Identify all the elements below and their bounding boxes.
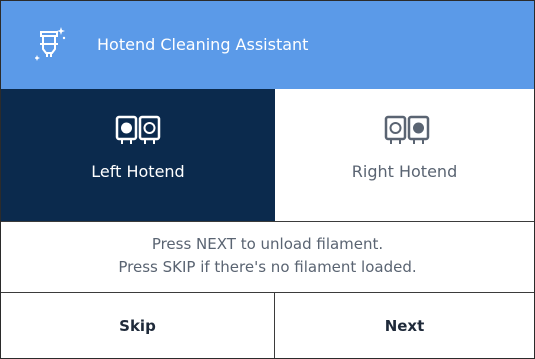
instruction-line-1: Press NEXT to unload filament.	[151, 235, 384, 253]
dual-hotend-right-active-icon	[384, 115, 430, 144]
footer-bar: Skip Next	[1, 293, 534, 358]
instruction-message: Press NEXT to unload filament. Press SKI…	[1, 221, 534, 293]
left-hotend-label: Left Hotend	[91, 162, 185, 181]
instruction-line-2: Press SKIP if there's no filament loaded…	[118, 258, 417, 276]
left-hotend-option[interactable]: Left Hotend	[1, 89, 275, 221]
header-bar: Hotend Cleaning Assistant	[1, 1, 534, 89]
right-hotend-label: Right Hotend	[351, 162, 458, 181]
hotend-sparkle-icon	[35, 27, 66, 61]
skip-button[interactable]: Skip	[1, 293, 275, 358]
next-button[interactable]: Next	[275, 293, 534, 358]
dual-hotend-left-active-icon	[115, 115, 161, 144]
cleaning-assistant-screen: Hotend Cleaning Assistant Left Hotend Ri…	[0, 0, 535, 359]
hotend-selector: Left Hotend Right Hotend	[1, 89, 534, 221]
right-hotend-option[interactable]: Right Hotend	[275, 89, 534, 221]
header-title: Hotend Cleaning Assistant	[97, 35, 309, 54]
